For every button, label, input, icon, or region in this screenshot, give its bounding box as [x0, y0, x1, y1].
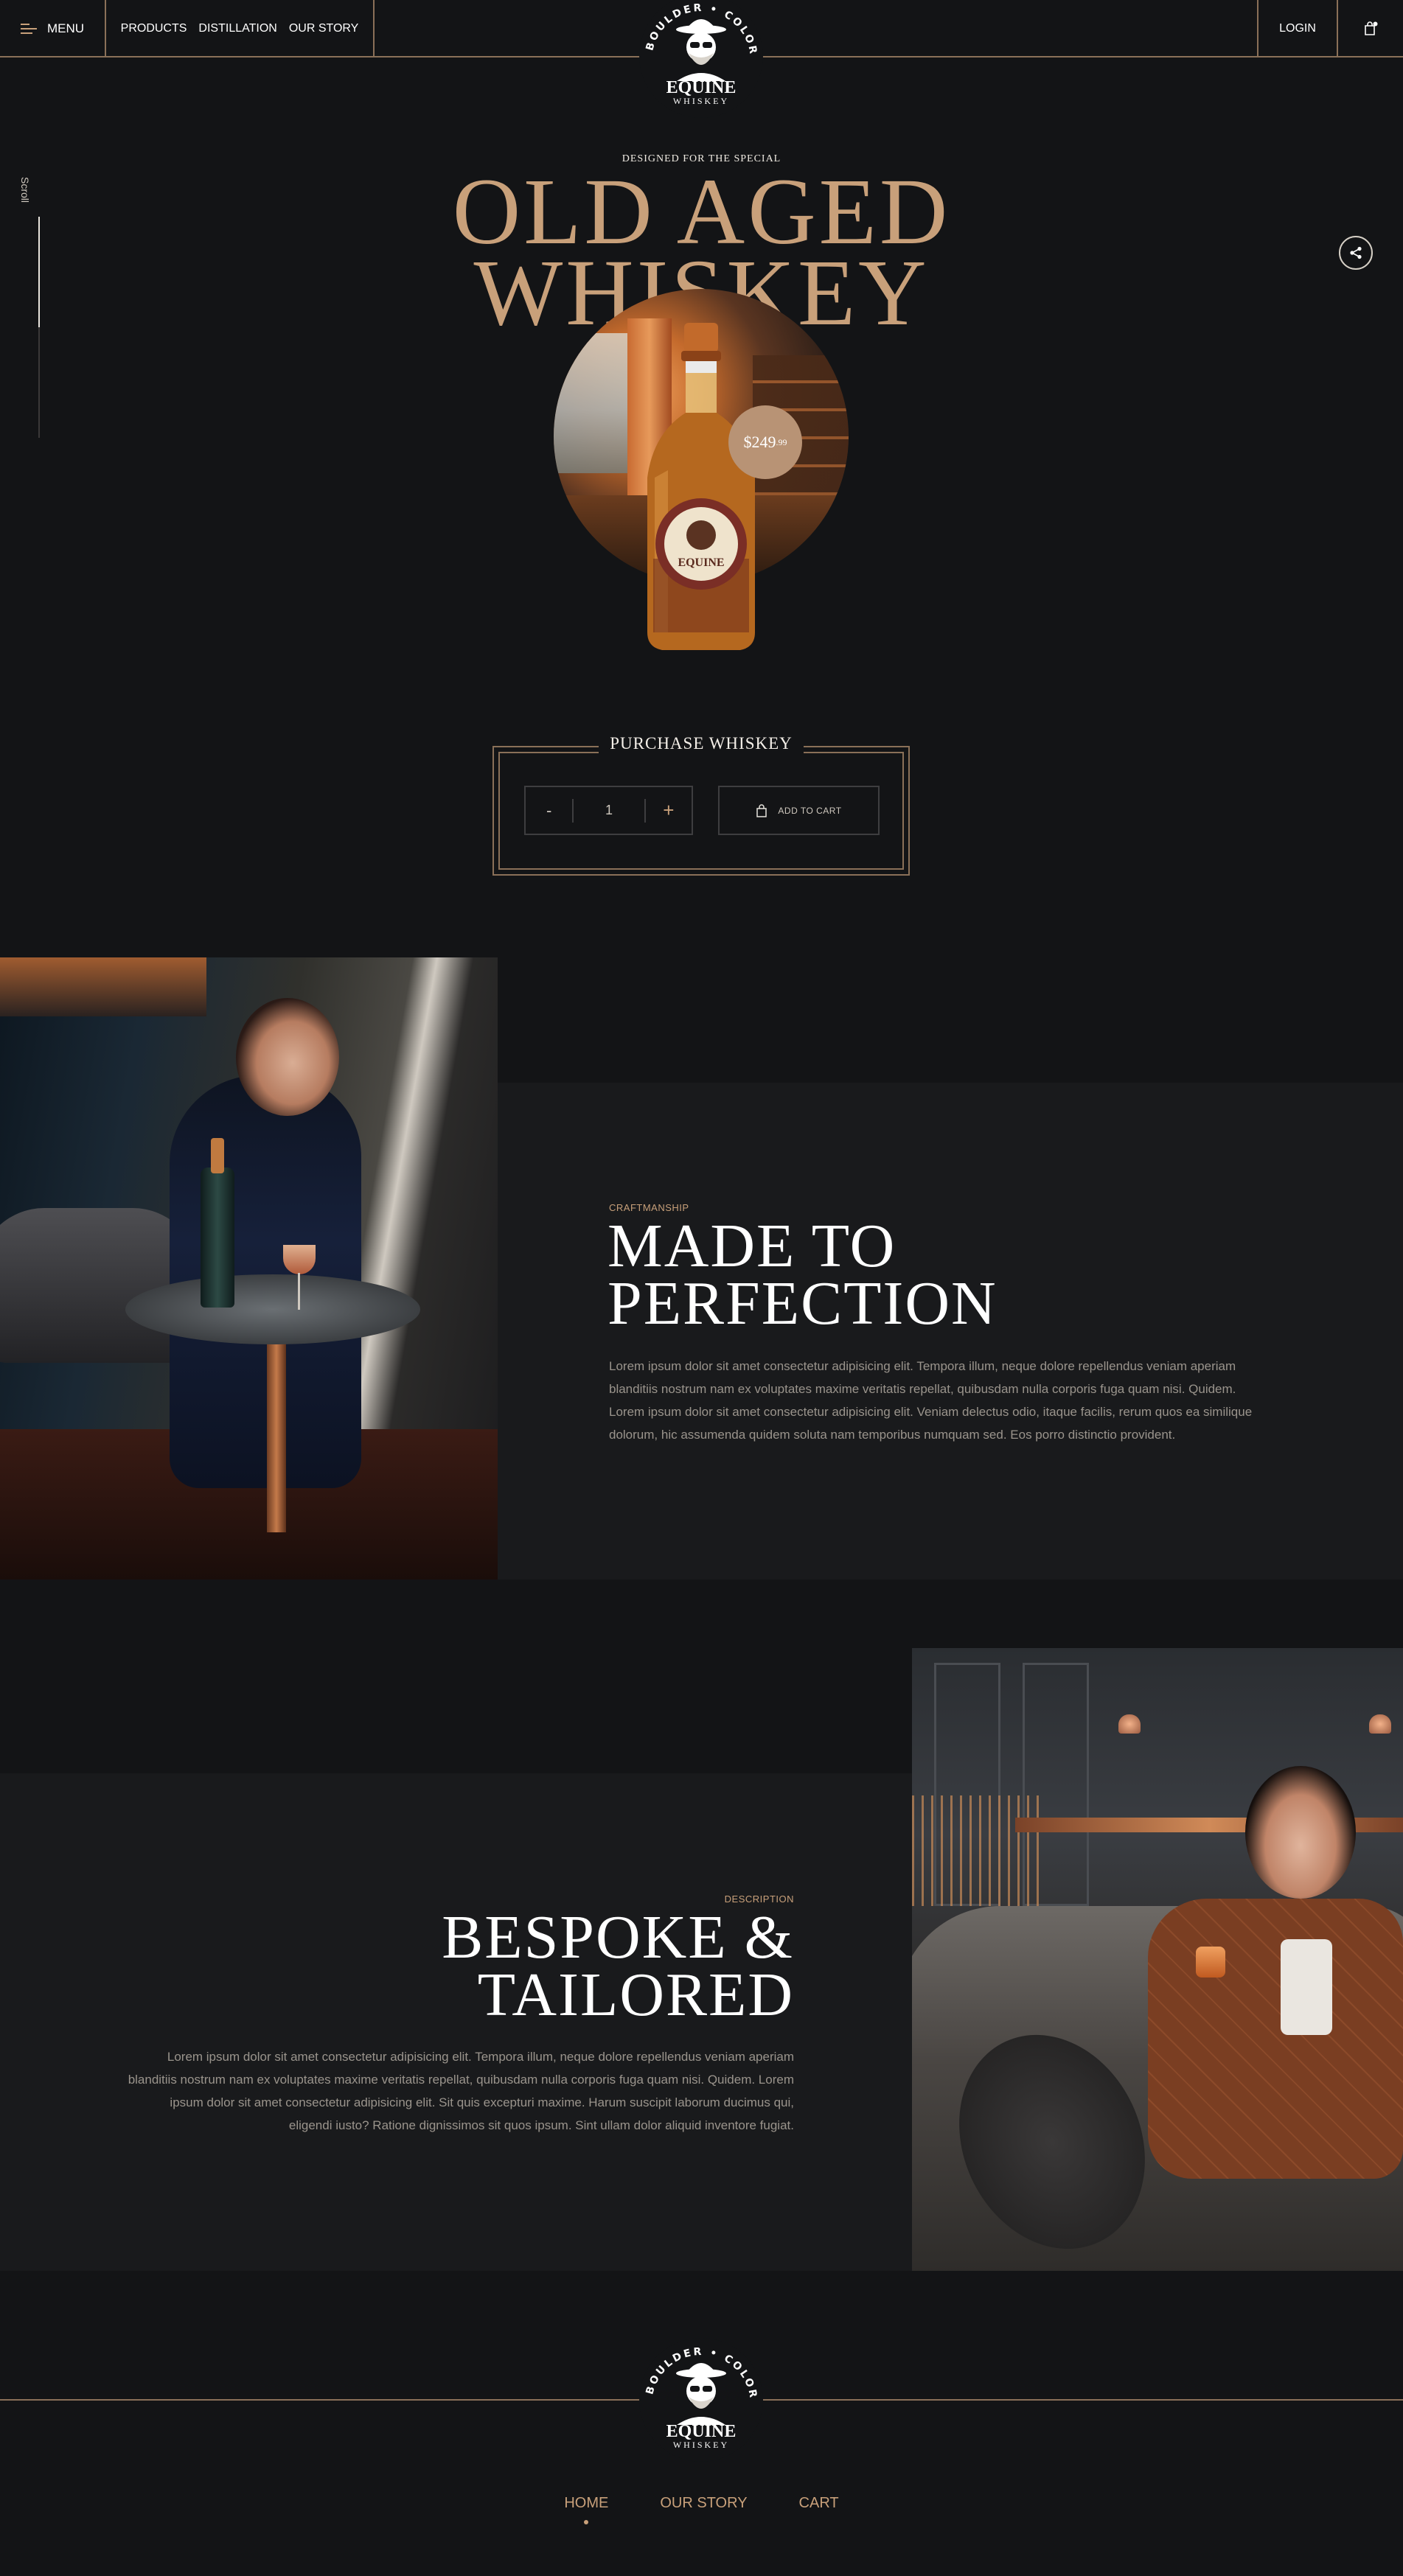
nav-link-products[interactable]: PRODUCTS	[121, 22, 187, 35]
bottle-label-name: EQUINE	[678, 556, 724, 569]
footer-logo[interactable]: BOULDER • COLORADO • EQUINE WHISKEY	[626, 2322, 771, 2471]
price-cents: .99	[776, 436, 787, 447]
footer-logo-tagline: WHISKEY	[673, 2440, 729, 2450]
primary-nav: PRODUCTS DISTILLATION OUR STORY	[106, 0, 375, 57]
footer-link-cart[interactable]: CART	[799, 2495, 839, 2512]
add-to-cart-button[interactable]: ADD TO CART	[718, 786, 880, 835]
quantity-increment-button[interactable]: +	[646, 787, 692, 834]
price-badge: $249.99	[728, 405, 802, 479]
footer-nav: HOME OUR STORY CART	[0, 2495, 1403, 2524]
login-link[interactable]: LOGIN	[1257, 0, 1338, 57]
purchase-title: PURCHASE WHISKEY	[599, 734, 804, 753]
brand-logo[interactable]: BOULDER • COLORADO • EQUINE WHISKEY	[626, 0, 771, 134]
bespoke-photo	[912, 1648, 1403, 2271]
menu-button[interactable]: MENU	[0, 0, 106, 57]
nav-link-distillation[interactable]: DISTILLATION	[198, 22, 276, 35]
craftsmanship-body: Lorem ipsum dolor sit amet consectetur a…	[609, 1359, 1253, 1442]
logo-brand-name: EQUINE	[666, 78, 737, 97]
equine-logo-emblem: BOULDER • COLORADO • EQUINE WHISKEY	[626, 2322, 763, 2462]
menu-label: MENU	[46, 21, 85, 35]
quantity-value[interactable]: 1	[572, 798, 646, 823]
quantity-decrement-button[interactable]: -	[526, 787, 572, 834]
bag-icon	[1365, 21, 1378, 35]
cart-button[interactable]	[1338, 0, 1403, 57]
craftsmanship-photo	[0, 957, 498, 1580]
equine-logo-emblem: BOULDER • COLORADO • EQUINE WHISKEY	[626, 0, 763, 118]
whiskey-bottle-image: EQUINE	[647, 323, 755, 650]
footer-logo-brand-name: EQUINE	[666, 2422, 737, 2441]
footer-link-home[interactable]: HOME	[564, 2495, 608, 2524]
bespoke-body: Lorem ipsum dolor sit amet consectetur a…	[128, 2050, 794, 2132]
bespoke-title-line-2: TAILORED	[477, 1961, 794, 2029]
craftsmanship-title-line-2: PERFECTION	[607, 1269, 998, 1338]
footer-link-our-story[interactable]: OUR STORY	[660, 2495, 747, 2512]
bespoke-title: BESPOKE & TAILORED	[295, 1907, 794, 2026]
nav-link-our-story[interactable]: OUR STORY	[289, 22, 359, 35]
price-main: $249	[743, 433, 776, 451]
quantity-stepper: - 1 +	[524, 786, 693, 835]
craftsmanship-title: MADE TO PERFECTION	[607, 1215, 998, 1335]
bag-icon	[756, 803, 767, 817]
hamburger-icon	[20, 24, 37, 34]
logo-brand-tagline: WHISKEY	[673, 96, 729, 106]
add-to-cart-label: ADD TO CART	[778, 805, 842, 816]
